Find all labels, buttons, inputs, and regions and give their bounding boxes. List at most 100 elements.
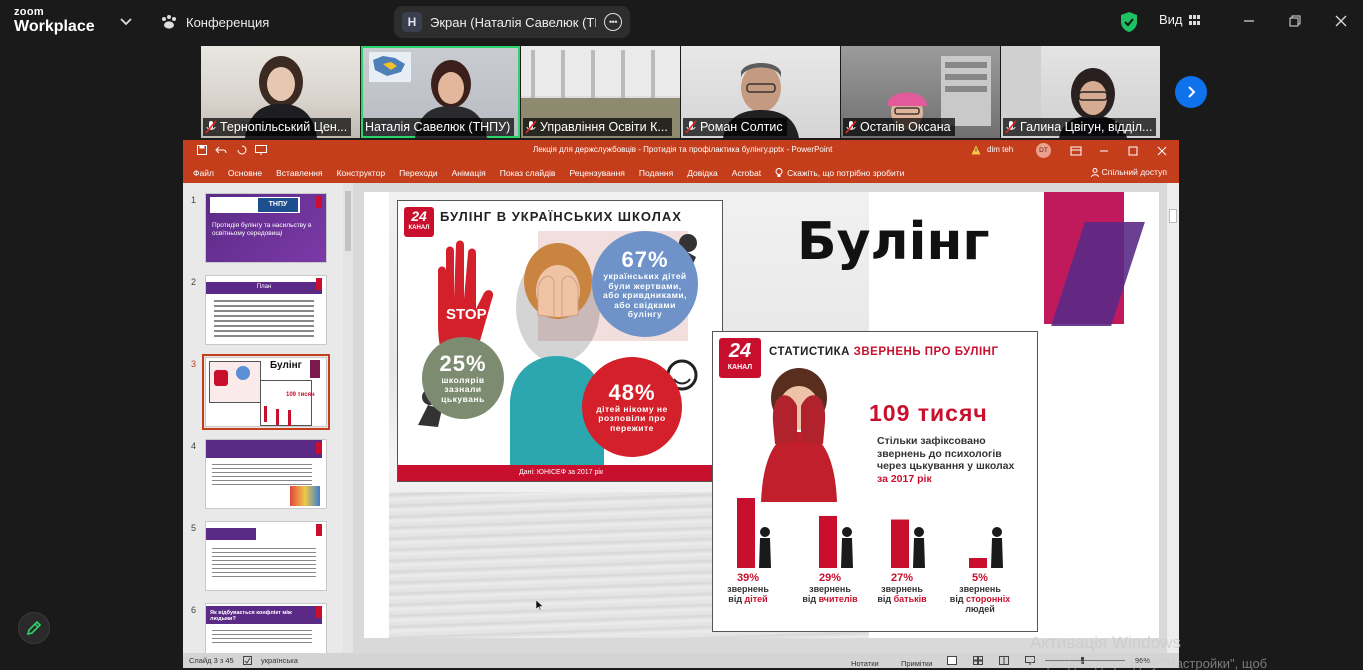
next-participants-button[interactable]: [1175, 76, 1207, 108]
minimize-icon[interactable]: [1097, 144, 1111, 158]
view-button[interactable]: Вид: [1159, 12, 1201, 27]
powerpoint-window: Лекція для держслужбовців - Протидія та …: [183, 140, 1179, 668]
participant-name-label: Роман Солтис: [683, 118, 787, 136]
bar-caption: звернень від сторонніх людей: [949, 584, 1011, 614]
slide-canvas: Булінг 24 КАНАЛ БУЛІНГ В УКРАЇНСЬКИХ ШКО…: [353, 183, 1167, 653]
slide-thumbnail-image[interactable]: Як відбувається конфлікт між людьми?: [205, 603, 327, 653]
status-language[interactable]: українська: [261, 656, 298, 665]
close-icon[interactable]: [1155, 144, 1169, 158]
slide-number: 2: [191, 277, 197, 287]
reading-view-icon[interactable]: [999, 656, 1009, 665]
slide-thumbnail-selected[interactable]: 3 Булінг 109 тисяч: [183, 354, 343, 430]
slide-thumbnail[interactable]: 2 План: [183, 275, 343, 347]
tab-transitions[interactable]: Переходи: [399, 168, 438, 178]
mic-muted-icon: [685, 120, 697, 134]
slide-thumbnail[interactable]: 4: [183, 439, 343, 511]
more-options-icon[interactable]: •••: [604, 13, 622, 31]
participant-strip: Тернопільський Цен... Наталія Савелюк (Т…: [201, 46, 1163, 138]
ppt-workspace: 1 ТНПУ Протидія булінгу та насильству в …: [183, 183, 1179, 653]
tab-help[interactable]: Довідка: [687, 168, 718, 178]
zoom-logo-line1: zoom: [14, 6, 44, 18]
thumbnail-scrollbar[interactable]: [343, 183, 353, 653]
bar-label-2: 29% звернень від вчителів: [797, 572, 863, 604]
participant-name: Тернопільський Цен...: [220, 120, 348, 134]
tab-slideshow[interactable]: Показ слайдів: [500, 168, 556, 178]
slide-thumbnail[interactable]: 6 Як відбувається конфлікт між людьми?: [183, 603, 343, 653]
conference-button[interactable]: Конференция: [160, 12, 269, 32]
slide-title: Булінг: [797, 212, 990, 272]
chevron-down-icon[interactable]: [118, 13, 134, 29]
tab-design[interactable]: Конструктор: [337, 168, 385, 178]
comments-label: Примітки: [901, 659, 933, 668]
slide-thumbnail-image[interactable]: [205, 439, 327, 509]
slide-thumbnail-image[interactable]: ТНПУ Протидія булінгу та насильству в ос…: [205, 193, 327, 263]
tab-view[interactable]: Подання: [639, 168, 673, 178]
participant-tile-active[interactable]: Наталія Савелюк (ТНПУ): [361, 46, 520, 138]
windows-activation-subtitle: Перейдіть до розділу "Настройки", щоб: [1030, 656, 1268, 670]
present-icon[interactable]: [255, 145, 267, 155]
current-slide[interactable]: Булінг 24 КАНАЛ БУЛІНГ В УКРАЇНСЬКИХ ШКО…: [364, 192, 1159, 638]
bar-3: [891, 519, 909, 568]
screen-share-pill[interactable]: Н Экран (Наталія Савелюк (ТНПУ •••: [394, 6, 630, 38]
bubble-48: 48% дітей нікому не розповіли про пережи…: [582, 357, 682, 457]
slide-thumbnail[interactable]: 5: [183, 521, 343, 593]
tab-acrobat[interactable]: Acrobat: [732, 168, 761, 178]
status-slide-count: Слайд 3 з 45: [189, 656, 234, 665]
slide-number: 1: [191, 195, 197, 205]
bar-value: 39%: [736, 572, 760, 584]
slide-scrollbar[interactable]: [1167, 183, 1179, 653]
zoom-logo-line2: Workplace: [14, 18, 95, 35]
maximize-icon[interactable]: [1126, 144, 1140, 158]
tab-review[interactable]: Рецензування: [569, 168, 624, 178]
participant-name-label: Тернопільський Цен...: [203, 118, 352, 136]
bubble-67-text: українських дітей були жертвами, або кри…: [602, 271, 688, 320]
participant-tile[interactable]: Роман Солтис: [681, 46, 840, 138]
sorter-view-icon[interactable]: [973, 656, 983, 665]
slide-thumbnail-image[interactable]: План: [205, 275, 327, 345]
tab-insert[interactable]: Вставлення: [276, 168, 322, 178]
normal-view-icon[interactable]: [947, 656, 957, 665]
screen-share-label: Экран (Наталія Савелюк (ТНПУ: [430, 14, 596, 30]
close-icon: [1335, 15, 1347, 27]
tab-animation[interactable]: Анімація: [452, 168, 486, 178]
mic-muted-icon: [1005, 120, 1017, 134]
shield-check-icon[interactable]: [1119, 11, 1139, 33]
redo-icon[interactable]: [237, 145, 247, 155]
slide-thumbnail-image[interactable]: Булінг 109 тисяч: [202, 354, 330, 430]
bar-label-4: 5% звернень від сторонніх людей: [947, 572, 1013, 614]
thumbnail-title: Булінг: [270, 360, 302, 371]
restore-icon: [1289, 15, 1301, 27]
bar-1: [737, 498, 755, 568]
ribbon-options-icon[interactable]: [1069, 144, 1083, 158]
scroll-thumb[interactable]: [1169, 209, 1177, 223]
tab-home[interactable]: Основне: [228, 168, 262, 178]
paw-icon: [162, 15, 176, 29]
participant-tile[interactable]: Остапів Оксана: [841, 46, 1000, 138]
participant-tile[interactable]: Тернопільський Цен...: [201, 46, 360, 138]
save-icon[interactable]: [197, 145, 207, 155]
chevron-right-icon: [1188, 86, 1196, 98]
grid-icon: [1188, 14, 1200, 25]
undo-icon[interactable]: [215, 145, 227, 155]
participant-tile[interactable]: Галина Цвігун, відділ...: [1001, 46, 1160, 138]
view-label: Вид: [1159, 12, 1183, 27]
minimize-button[interactable]: [1238, 10, 1260, 32]
ppt-user-avatar[interactable]: DT: [1036, 143, 1051, 158]
close-button[interactable]: [1330, 10, 1352, 32]
tell-me-search[interactable]: Скажіть, що потрібно зробити: [775, 167, 904, 178]
scroll-thumb[interactable]: [345, 191, 351, 251]
mouse-cursor-icon: [535, 598, 544, 611]
windows-activation-title: Активація Windows: [1030, 633, 1181, 652]
bar-2: [819, 515, 837, 568]
annotate-button[interactable]: [18, 612, 50, 644]
participant-tile[interactable]: Управління Освіти К...: [521, 46, 680, 138]
participant-name: Галина Цвігун, відділ...: [1020, 120, 1153, 134]
person-silhouette-icon: [759, 527, 771, 568]
tab-file[interactable]: Файл: [193, 168, 214, 178]
slide-thumbnail-image[interactable]: [205, 521, 327, 591]
maximize-button[interactable]: [1284, 10, 1306, 32]
share-button[interactable]: Спільний доступ: [1090, 167, 1167, 177]
ppt-user-name[interactable]: dim teh: [987, 145, 1013, 154]
slide-thumbnail[interactable]: 1 ТНПУ Протидія булінгу та насильству в …: [183, 193, 343, 265]
spellcheck-icon[interactable]: [243, 656, 252, 665]
